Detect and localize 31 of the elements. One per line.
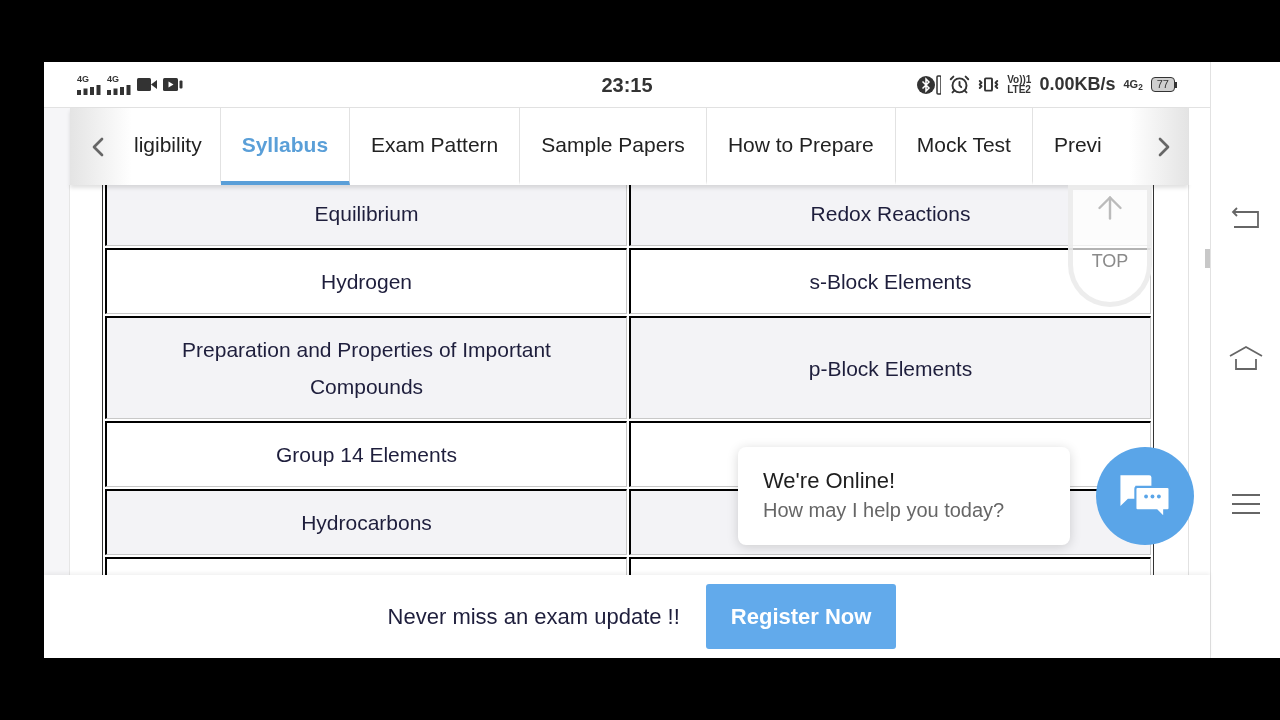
menu-icon[interactable] bbox=[1231, 493, 1260, 515]
cell-text: p-Block Elements bbox=[808, 356, 973, 380]
alarm-icon bbox=[949, 74, 971, 95]
home-icon[interactable] bbox=[1228, 345, 1263, 371]
battery-indicator: 77 bbox=[1150, 77, 1177, 92]
cell-text: Redox Reactions bbox=[810, 202, 971, 225]
scroll-right-button[interactable] bbox=[1130, 108, 1188, 185]
cell-text: s-Block Elements bbox=[809, 270, 972, 293]
tab[interactable]: Previ bbox=[1032, 108, 1123, 185]
signal-icon bbox=[77, 84, 101, 95]
cell-text: Equilibrium bbox=[314, 202, 419, 225]
clock-time: 23:15 bbox=[601, 72, 653, 98]
vibrate-icon bbox=[978, 74, 1000, 95]
chat-title: We're Online! bbox=[763, 467, 897, 495]
cell-text: Hydrocarbons bbox=[301, 511, 432, 534]
network-type-label: 4G bbox=[107, 74, 119, 84]
cell-text: Group 14 Elements bbox=[276, 443, 457, 466]
bluetooth-icon bbox=[917, 73, 942, 96]
back-icon[interactable] bbox=[1230, 206, 1261, 230]
cell-text: Preparation and Properties of Important Compounds bbox=[182, 338, 551, 398]
network-type-label: 4G bbox=[77, 74, 89, 84]
network-type-label: 4G$_{2}$ bbox=[1123, 77, 1143, 93]
footer-message: Never miss an exam update !! bbox=[386, 603, 680, 631]
cell-text: Hydrogen bbox=[320, 270, 413, 293]
chat-message: How may I help you today? bbox=[763, 498, 1006, 523]
video-camera-icon bbox=[137, 78, 157, 91]
scrollbar-thumb[interactable] bbox=[1205, 249, 1210, 268]
network-speed: 0.00KB/s bbox=[1039, 73, 1116, 96]
video-play-icon bbox=[163, 78, 183, 91]
volte-indicator: Vo))1 LTE2 bbox=[1007, 74, 1032, 95]
signal-icon bbox=[107, 84, 131, 95]
